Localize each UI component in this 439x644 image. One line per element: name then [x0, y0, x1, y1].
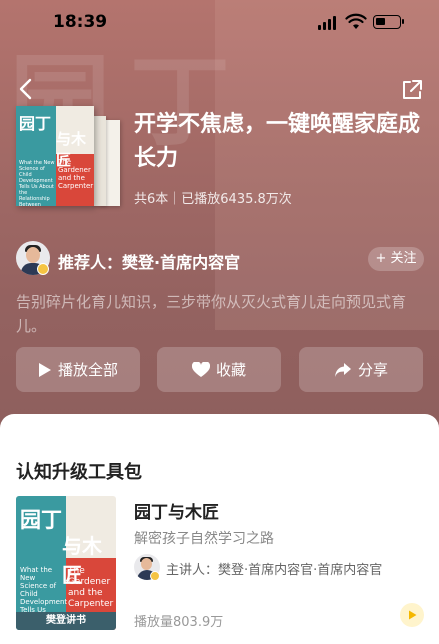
play-count: 播放量803.9万 — [134, 615, 224, 630]
page-title: 开学不焦虑，一键唤醒家庭成长力 — [134, 112, 421, 171]
status-bar: 18:39 — [0, 0, 439, 46]
favorite-label: 收藏 — [215, 361, 246, 379]
item-subtitle: 解密孩子自然学习之路 — [134, 531, 274, 547]
cover-title-1: 园丁 — [19, 114, 52, 133]
battery-icon — [373, 15, 401, 29]
content-sheet: 认知升级工具包 园丁 与木匠 What the New Science of C… — [0, 414, 439, 644]
follow-button[interactable]: + 关注 — [368, 247, 424, 271]
back-icon[interactable] — [14, 76, 40, 102]
verified-badge-icon — [37, 263, 49, 275]
item-play-button[interactable] — [400, 603, 424, 627]
cover-title-en: The Gardener and the Carpenter — [58, 158, 94, 190]
item-title[interactable]: 园丁与木匠 — [134, 498, 219, 523]
favorite-button[interactable]: 收藏 — [157, 347, 281, 392]
item-cover-footer: 樊登讲书 — [16, 612, 116, 630]
play-icon — [38, 362, 51, 377]
book-cover-front: 园丁 与木匠 What the New Science of Child Dev… — [16, 106, 94, 206]
item-cover[interactable]: 园丁 与木匠 What the New Science of Child Dev… — [16, 496, 116, 630]
play-all-label: 播放全部 — [57, 361, 118, 379]
heart-icon — [191, 361, 210, 377]
section-title: 认知升级工具包 — [16, 462, 142, 483]
item-cover-title-1: 园丁 — [20, 508, 62, 532]
share-label: 分享 — [357, 361, 388, 379]
wifi-icon — [345, 13, 367, 29]
verified-badge-icon — [150, 571, 160, 581]
play-icon — [408, 610, 416, 620]
signal-icon — [318, 16, 336, 30]
lecturer-label: 主讲人：樊登·首席内容官·首席内容官 — [166, 563, 383, 578]
collection-description: 告别碎片化育儿知识，三步带你从灭火式育儿走向预见式育儿。 — [16, 293, 407, 335]
book-meta: 共6本｜已播放6435.8万次 — [134, 192, 292, 207]
status-time: 18:39 — [53, 12, 108, 32]
share-arrow-icon — [334, 362, 351, 377]
recommender-label: 推荐人：樊登·首席内容官 — [58, 253, 241, 272]
book-cover[interactable]: 园丁 与木匠 What the New Science of Child Dev… — [16, 106, 120, 206]
cover-subtitle: What the New Science of Child Developmen… — [19, 160, 55, 206]
item-cover-title-en: The Gardener and the Carpenter — [68, 566, 114, 609]
play-all-button[interactable]: 播放全部 — [16, 347, 140, 392]
share-button[interactable]: 分享 — [299, 347, 423, 392]
share-icon[interactable] — [400, 78, 424, 102]
